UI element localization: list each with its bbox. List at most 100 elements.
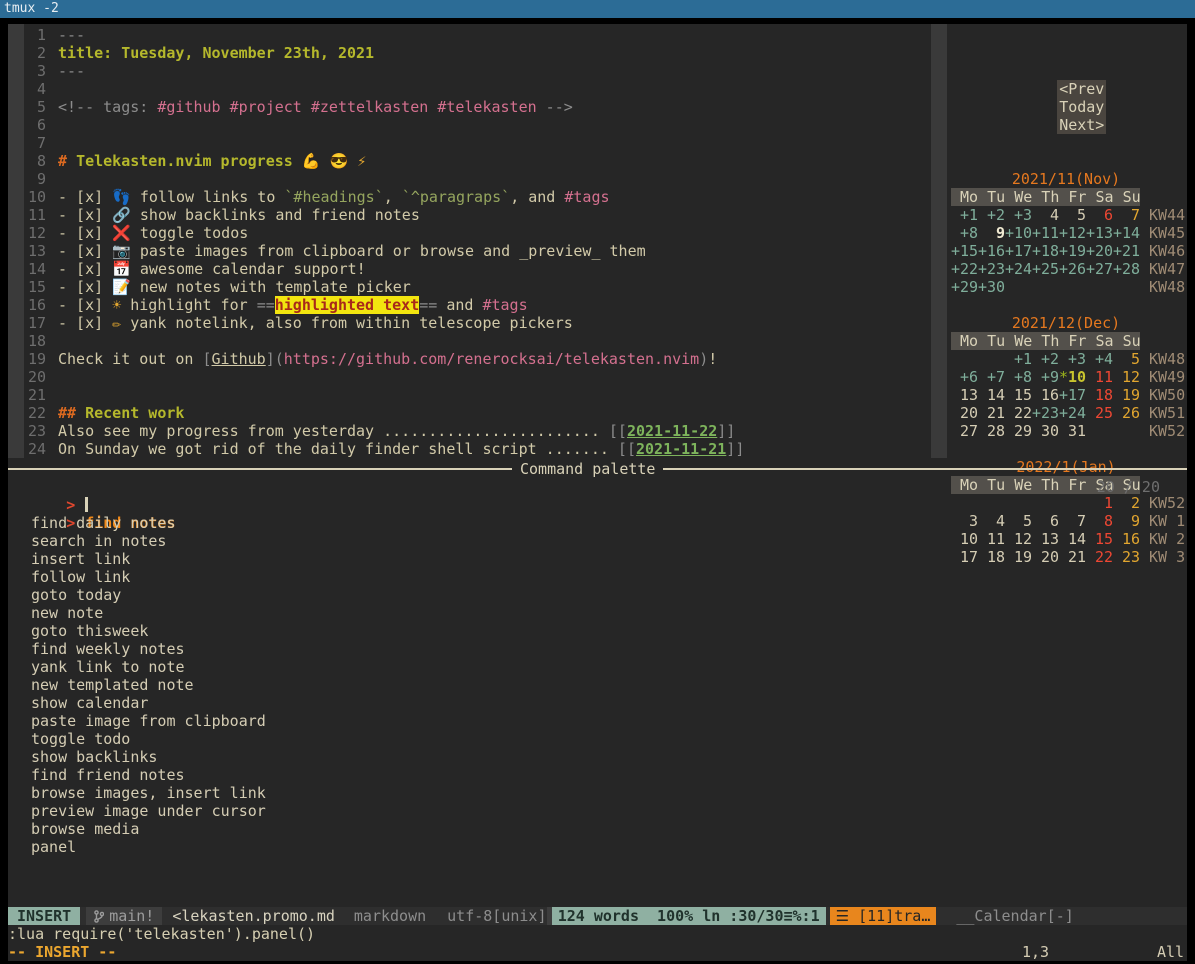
tab-indicator-segment[interactable]: ☰ [11]tra…	[830, 907, 937, 925]
palette-item[interactable]: search in notes	[8, 532, 1187, 550]
calendar-day[interactable]: 25	[1086, 404, 1113, 422]
calendar-day[interactable]: +8	[951, 224, 978, 242]
palette-item[interactable]: yank link to note	[8, 658, 1187, 676]
calendar-day[interactable]: +22	[951, 260, 978, 278]
editor-line[interactable]: 21	[8, 386, 931, 404]
calendar-day[interactable]: +7	[978, 368, 1005, 386]
calendar-today-button[interactable]: Today	[1057, 98, 1106, 116]
editor-line[interactable]: 20	[8, 368, 931, 386]
calendar-day[interactable]: +9	[1032, 368, 1059, 386]
calendar-day[interactable]: +16	[978, 242, 1005, 260]
palette-prompt[interactable]: > 20 / 20	[8, 478, 1187, 496]
palette-item[interactable]: new note	[8, 604, 1187, 622]
calendar-day[interactable]: +27	[1086, 260, 1113, 278]
editor-line[interactable]: 4	[8, 80, 931, 98]
calendar-day[interactable]: +21	[1113, 242, 1140, 260]
calendar-day[interactable]: +2	[978, 206, 1005, 224]
palette-item[interactable]: goto thisweek	[8, 622, 1187, 640]
calendar-day[interactable]: +28	[1113, 260, 1140, 278]
editor-line[interactable]: 5<!-- tags: #github #project #zettelkast…	[8, 98, 931, 116]
editor-line[interactable]: 16- [x] ☀ highlight for ==highlighted te…	[8, 296, 931, 314]
calendar-day[interactable]: 12	[1113, 368, 1140, 386]
calendar-day[interactable]: 18	[1086, 386, 1113, 404]
palette-item[interactable]: find weekly notes	[8, 640, 1187, 658]
palette-item[interactable]: goto today	[8, 586, 1187, 604]
calendar-day[interactable]: +23	[978, 260, 1005, 278]
editor-line[interactable]: 11- [x] 🔗 show backlinks and friend note…	[8, 206, 931, 224]
editor-line[interactable]: 23Also see my progress from yesterday ..…	[8, 422, 931, 440]
palette-item[interactable]: show backlinks	[8, 748, 1187, 766]
editor-line[interactable]: 14- [x] 📅 awesome calendar support!	[8, 260, 931, 278]
calendar-day[interactable]: +24	[1059, 404, 1086, 422]
calendar-day[interactable]: +30	[978, 278, 1005, 296]
calendar-day[interactable]: +1	[951, 206, 978, 224]
editor-line[interactable]: 10- [x] 👣 follow links to `#headings`, `…	[8, 188, 931, 206]
calendar-day[interactable]: +14	[1113, 224, 1140, 242]
calendar-day[interactable]: 21	[978, 404, 1005, 422]
palette-item[interactable]: panel	[8, 838, 1187, 856]
palette-item[interactable]: toggle todo	[8, 730, 1187, 748]
editor-line[interactable]: 19Check it out on [Github](https://githu…	[8, 350, 931, 368]
calendar-day[interactable]: +10	[1005, 224, 1032, 242]
calendar-day[interactable]: +6	[951, 368, 978, 386]
calendar-day[interactable]: 6	[1086, 206, 1113, 224]
editor-line[interactable]: 13- [x] 📷 paste images from clipboard or…	[8, 242, 931, 260]
calendar-day[interactable]: 16	[1032, 386, 1059, 404]
calendar-day[interactable]: +20	[1086, 242, 1113, 260]
editor-line[interactable]: 15- [x] 📝 new notes with template picker	[8, 278, 931, 296]
calendar-day[interactable]: 5	[1059, 206, 1086, 224]
palette-item[interactable]: insert link	[8, 550, 1187, 568]
calendar-day[interactable]: 29	[1005, 422, 1032, 440]
palette-item-selected[interactable]: >find notes	[8, 496, 1187, 514]
palette-item[interactable]: find daily notes	[8, 514, 1187, 532]
editor-line[interactable]: 7	[8, 134, 931, 152]
calendar-day[interactable]: +3	[1005, 206, 1032, 224]
editor-line[interactable]: 24On Sunday we got rid of the daily find…	[8, 440, 931, 458]
palette-item[interactable]: find friend notes	[8, 766, 1187, 784]
calendar-day[interactable]: 31	[1059, 422, 1086, 440]
calendar-day[interactable]: 9	[978, 224, 1005, 242]
palette-item[interactable]: browse media	[8, 820, 1187, 838]
calendar-day[interactable]: 5	[1113, 350, 1140, 368]
calendar-day[interactable]: +19	[1059, 242, 1086, 260]
editor-line[interactable]: 22## Recent work	[8, 404, 931, 422]
calendar-next-button[interactable]: Next>	[1057, 116, 1106, 134]
calendar-day[interactable]: +24	[1005, 260, 1032, 278]
calendar-day[interactable]: 20	[951, 404, 978, 422]
calendar-day[interactable]: +15	[951, 242, 978, 260]
calendar-day[interactable]: 4	[1032, 206, 1059, 224]
calendar-day[interactable]: 15	[1005, 386, 1032, 404]
calendar-day[interactable]: +18	[1032, 242, 1059, 260]
calendar-day[interactable]: +25	[1032, 260, 1059, 278]
calendar-day[interactable]: 14	[978, 386, 1005, 404]
calendar-day[interactable]: 27	[951, 422, 978, 440]
calendar-day[interactable]: +17	[1059, 386, 1086, 404]
calendar-day[interactable]: +2	[1032, 350, 1059, 368]
calendar-day[interactable]: +12	[1059, 224, 1086, 242]
editor-line[interactable]: 9	[8, 170, 931, 188]
editor-line[interactable]: 6	[8, 116, 931, 134]
calendar-day[interactable]: 11	[1086, 368, 1113, 386]
editor-line[interactable]: 3---	[8, 62, 931, 80]
editor-line[interactable]: 18	[8, 332, 931, 350]
calendar-day[interactable]: +8	[1005, 368, 1032, 386]
editor-line[interactable]: 1---	[8, 26, 931, 44]
calendar-day[interactable]: 7	[1113, 206, 1140, 224]
editor-line[interactable]: 2title: Tuesday, November 23th, 2021	[8, 44, 931, 62]
calendar-day[interactable]: +26	[1059, 260, 1086, 278]
calendar-day[interactable]: 19	[1113, 386, 1140, 404]
calendar-day[interactable]: 26	[1113, 404, 1140, 422]
calendar-day[interactable]: 22	[1005, 404, 1032, 422]
palette-item[interactable]: browse images, insert link	[8, 784, 1187, 802]
editor-line[interactable]: 8# Telekasten.nvim progress 💪 😎 ⚡	[8, 152, 931, 170]
calendar-day[interactable]: +13	[1086, 224, 1113, 242]
editor-line[interactable]: 17- [x] ✏ yank notelink, also from withi…	[8, 314, 931, 332]
calendar-day[interactable]: +3	[1059, 350, 1086, 368]
palette-item[interactable]: follow link	[8, 568, 1187, 586]
command-line[interactable]: :lua require('telekasten').panel()	[8, 925, 1187, 943]
calendar-day[interactable]: +4	[1086, 350, 1113, 368]
calendar-day[interactable]: +23	[1032, 404, 1059, 422]
palette-item[interactable]: preview image under cursor	[8, 802, 1187, 820]
calendar-day[interactable]: 30	[1032, 422, 1059, 440]
calendar-day[interactable]: +29	[951, 278, 978, 296]
